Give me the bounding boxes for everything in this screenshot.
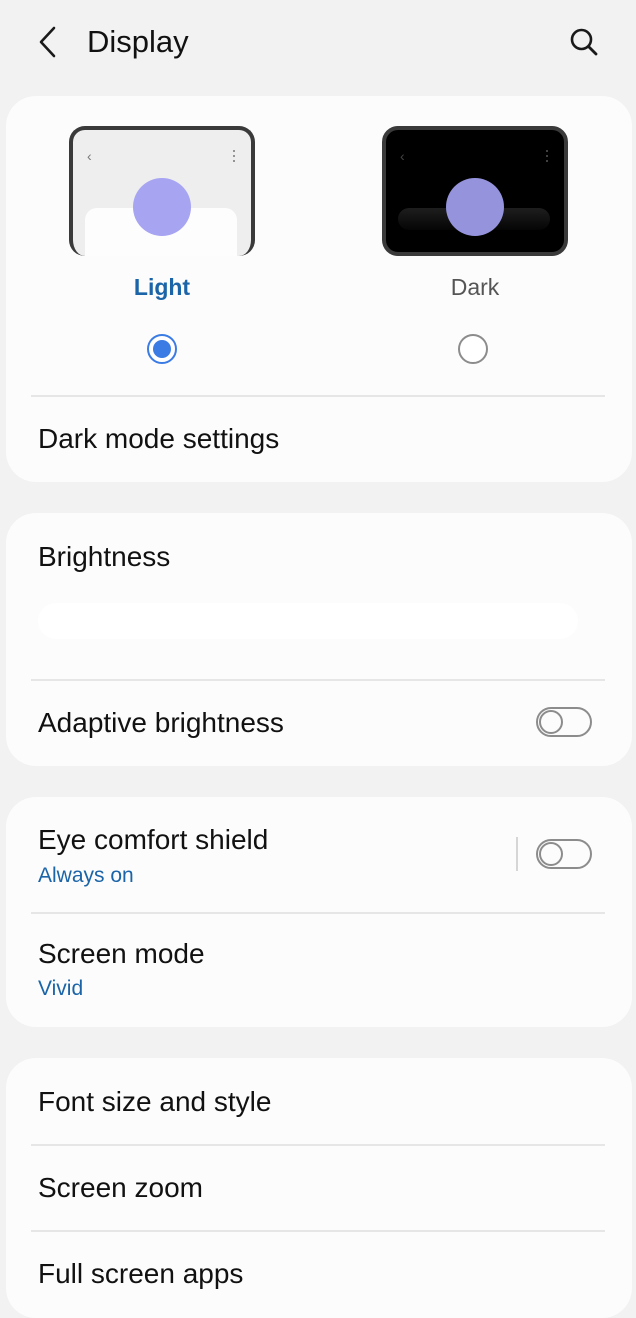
search-button[interactable] xyxy=(564,22,604,62)
screen-mode-label: Screen mode xyxy=(38,938,205,969)
brightness-slider[interactable] xyxy=(38,603,578,639)
dark-theme-option[interactable]: ‹ Dark xyxy=(319,96,632,386)
eye-comfort-card: Eye comfort shield Always on Screen mode… xyxy=(6,797,632,1027)
adaptive-brightness-item[interactable]: Adaptive brightness xyxy=(6,681,632,766)
dark-theme-radio[interactable] xyxy=(458,334,488,364)
light-theme-option[interactable]: ‹ Light xyxy=(6,96,319,386)
dark-theme-preview: ‹ xyxy=(382,126,568,256)
radio-selected-dot xyxy=(153,340,171,358)
toggle-knob xyxy=(539,842,563,866)
screen-mode-item[interactable]: Screen mode Vivid xyxy=(6,914,632,1027)
eye-comfort-shield-status: Always on xyxy=(38,864,134,887)
screen-zoom-item[interactable]: Screen zoom xyxy=(6,1146,632,1230)
vertical-divider xyxy=(516,837,518,871)
toggle-knob xyxy=(539,710,563,734)
screen-mode-value: Vivid xyxy=(38,977,84,1000)
preview-back-icon: ‹ xyxy=(400,148,405,164)
page-title: Display xyxy=(87,24,189,59)
full-screen-apps-label: Full screen apps xyxy=(38,1258,244,1289)
brightness-card: Brightness Adaptive brightness xyxy=(6,513,632,766)
eye-comfort-shield-item[interactable]: Eye comfort shield Always on xyxy=(6,797,632,912)
eye-comfort-shield-toggle[interactable] xyxy=(536,839,592,869)
preview-more-icon xyxy=(233,150,235,162)
preview-more-icon xyxy=(546,150,548,162)
adaptive-brightness-toggle[interactable] xyxy=(536,707,592,737)
chevron-left-icon xyxy=(39,26,56,58)
header-bar: Display xyxy=(0,0,636,86)
dark-mode-settings-item[interactable]: Dark mode settings xyxy=(6,397,632,482)
theme-card: ‹ Light ‹ Dark Dark mode settings xyxy=(6,96,632,482)
font-zoom-card: Font size and style Screen zoom Full scr… xyxy=(6,1058,632,1318)
dark-mode-settings-label: Dark mode settings xyxy=(38,423,280,454)
preview-circle xyxy=(446,178,504,236)
font-size-and-style-item[interactable]: Font size and style xyxy=(6,1058,632,1144)
font-size-and-style-label: Font size and style xyxy=(38,1086,272,1117)
light-theme-label: Light xyxy=(133,274,191,300)
preview-circle xyxy=(133,178,191,236)
light-theme-preview: ‹ xyxy=(69,126,255,256)
full-screen-apps-item[interactable]: Full screen apps xyxy=(6,1232,632,1318)
adaptive-brightness-label: Adaptive brightness xyxy=(38,707,284,738)
light-theme-radio[interactable] xyxy=(147,334,177,364)
brightness-label: Brightness xyxy=(38,541,171,572)
search-icon xyxy=(570,28,598,56)
screen-zoom-label: Screen zoom xyxy=(38,1172,203,1203)
back-button[interactable] xyxy=(30,22,66,62)
dark-theme-label: Dark xyxy=(450,274,500,300)
eye-comfort-shield-label: Eye comfort shield xyxy=(38,824,269,855)
preview-back-icon: ‹ xyxy=(87,148,92,164)
